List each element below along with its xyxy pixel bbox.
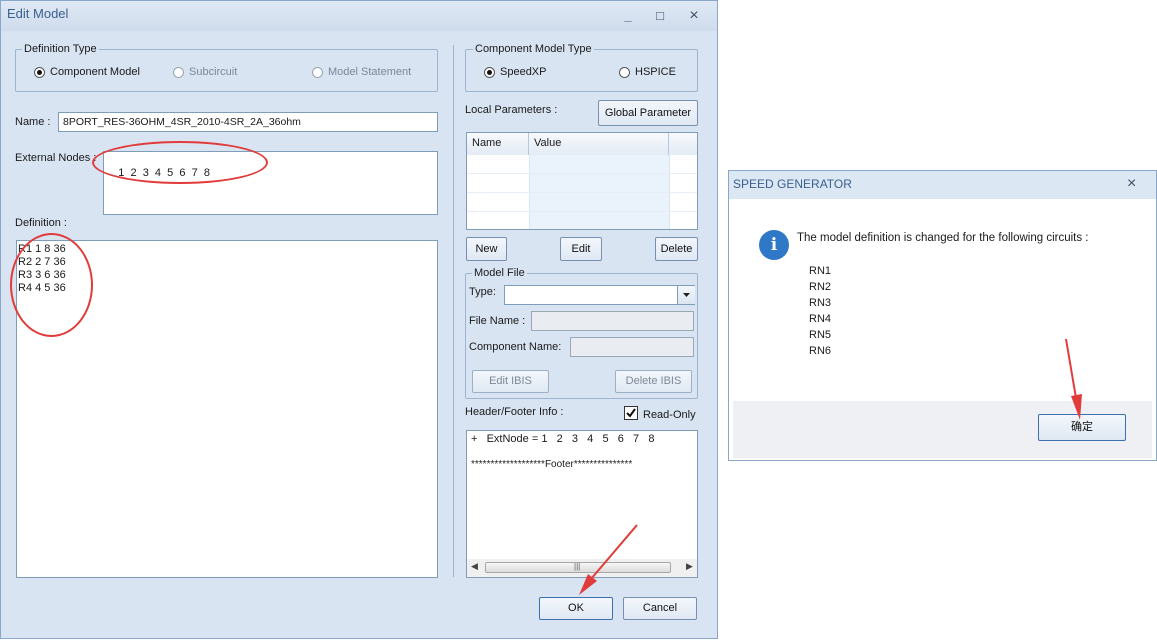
column-header-name[interactable]: Name — [467, 133, 529, 155]
radio-speedxp[interactable] — [484, 67, 495, 78]
read-only-checkbox[interactable] — [624, 406, 638, 420]
maximize-button[interactable]: □ — [647, 5, 673, 27]
edit-button[interactable]: Edit — [560, 237, 602, 261]
radio-label-hspice[interactable]: HSPICE — [635, 66, 676, 78]
header-footer-line: + ExtNode = 1 2 3 4 5 6 7 8 — [471, 433, 655, 445]
parameters-table[interactable]: Name Value — [466, 132, 698, 230]
close-icon[interactable]: × — [1127, 175, 1136, 193]
new-button[interactable]: New — [466, 237, 507, 261]
delete-button[interactable]: Delete — [655, 237, 698, 261]
minimize-button[interactable]: _ — [615, 5, 641, 27]
component-name-input[interactable] — [570, 337, 694, 357]
table-row — [467, 174, 697, 193]
title-bar: Edit Model _ □ × — [1, 1, 717, 31]
file-name-label: File Name : — [469, 315, 526, 327]
dropdown-button[interactable] — [677, 286, 695, 304]
radio-model-statement[interactable] — [312, 67, 323, 78]
annotation-arrow-confirm — [1065, 338, 1082, 420]
list-item: RN5 — [809, 329, 832, 341]
type-select[interactable] — [504, 285, 695, 305]
info-icon: i — [759, 230, 789, 260]
radio-component-model[interactable] — [34, 67, 45, 78]
delete-ibis-button[interactable]: Delete IBIS — [615, 370, 692, 393]
circuit-list: RN1 RN2 RN3 RN4 RN5 RN6 — [809, 263, 831, 359]
checkbox-icon — [626, 408, 636, 418]
header-footer-label: Header/Footer Info : — [465, 406, 564, 418]
definition-type-legend: Definition Type — [22, 43, 99, 55]
definition-label: Definition : — [15, 217, 67, 229]
column-header-value[interactable]: Value — [529, 133, 669, 155]
component-name-label: Component Name: — [469, 341, 562, 353]
annotation-ellipse-nodes — [92, 141, 268, 184]
header-footer-line: *******************Footer*************** — [471, 459, 633, 470]
local-parameters-label: Local Parameters : — [465, 104, 558, 116]
radio-subcircuit[interactable] — [173, 67, 184, 78]
component-model-type-legend: Component Model Type — [473, 43, 594, 55]
file-name-input[interactable] — [531, 311, 694, 331]
radio-label-subcircuit[interactable]: Subcircuit — [189, 66, 237, 78]
dialog-message: The model definition is changed for the … — [797, 232, 1089, 244]
table-row — [467, 193, 697, 212]
speed-generator-dialog: SPEED GENERATOR × i The model definition… — [728, 170, 1157, 461]
radio-label-component-model[interactable]: Component Model — [50, 66, 140, 78]
dialog-title: SPEED GENERATOR — [733, 177, 852, 191]
external-nodes-label: External Nodes : — [15, 152, 97, 164]
type-label: Type: — [469, 286, 496, 298]
scroll-right-icon[interactable]: ▶ — [686, 561, 693, 572]
list-item: RN3 — [809, 297, 832, 309]
scroll-left-icon[interactable]: ◀ — [471, 561, 478, 572]
radio-hspice[interactable] — [619, 67, 630, 78]
column-header-filler — [669, 133, 697, 155]
table-row — [467, 155, 697, 174]
radio-label-speedxp[interactable]: SpeedXP — [500, 66, 546, 78]
annotation-ellipse-definition — [10, 233, 93, 337]
list-item: RN2 — [809, 281, 832, 293]
list-item: RN4 — [809, 313, 832, 325]
dialog-title-bar: SPEED GENERATOR × — [729, 171, 1156, 199]
edit-ibis-button[interactable]: Edit IBIS — [472, 370, 549, 393]
close-button[interactable]: × — [681, 5, 707, 27]
window-title: Edit Model — [7, 6, 69, 21]
name-label: Name : — [15, 116, 51, 128]
panel-divider — [453, 45, 454, 577]
list-item: RN1 — [809, 265, 832, 277]
list-item: RN6 — [809, 345, 832, 357]
edit-model-window: Edit Model _ □ × Definition Type Compone… — [0, 0, 718, 639]
read-only-label[interactable]: Read-Only — [643, 409, 696, 421]
global-parameter-button[interactable]: Global Parameter — [598, 100, 698, 126]
radio-label-model-statement[interactable]: Model Statement — [328, 66, 411, 78]
model-file-legend: Model File — [472, 267, 527, 279]
name-input[interactable]: 8PORT_RES-36OHM_4SR_2010-4SR_2A_36ohm — [58, 112, 438, 132]
chevron-down-icon — [683, 293, 690, 297]
annotation-arrow-ok — [579, 524, 638, 595]
